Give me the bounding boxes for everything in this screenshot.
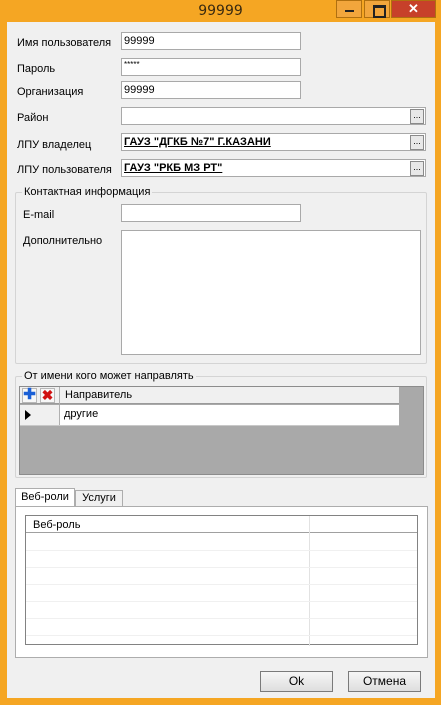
dialog-client-area: Имя пользователя 99999 Пароль ***** Орга… xyxy=(7,22,435,698)
tab-web-roles[interactable]: Веб-роли xyxy=(15,488,75,507)
username-field[interactable]: 99999 xyxy=(121,32,301,50)
close-button[interactable]: ✕ xyxy=(391,0,436,18)
sender-column-header: Направитель xyxy=(65,389,133,401)
extra-memo[interactable] xyxy=(121,230,421,355)
organization-label: Организация xyxy=(17,86,84,98)
add-icon[interactable]: ✚ xyxy=(22,387,37,403)
title-bar[interactable]: 99999 ✕ xyxy=(0,0,441,21)
organization-field[interactable]: 99999 xyxy=(121,81,301,99)
web-roles-grid-header: Веб-роль xyxy=(26,516,417,646)
contact-group-title: Контактная информация xyxy=(22,186,153,198)
current-row-arrow-icon xyxy=(25,410,31,420)
password-field[interactable]: ***** xyxy=(121,58,301,76)
lpu-owner-label: ЛПУ владелец xyxy=(17,139,92,151)
dialog-window: 99999 ✕ Имя пользователя 99999 Пароль **… xyxy=(0,0,441,705)
close-icon: ✕ xyxy=(408,1,419,16)
username-label: Имя пользователя xyxy=(17,37,112,49)
tab-services[interactable]: Услуги xyxy=(75,490,123,507)
lpu-user-field[interactable]: ГАУЗ "РКБ МЗ РТ" xyxy=(121,159,426,177)
district-label: Район xyxy=(17,112,49,124)
web-roles-tab-panel: Веб-роль xyxy=(15,506,428,658)
email-label: E-mail xyxy=(23,209,55,221)
senders-group-title: От имени кого может направлять xyxy=(22,370,196,382)
maximize-button[interactable] xyxy=(364,0,390,18)
lpu-owner-ellipsis-button[interactable]: ... xyxy=(410,135,424,150)
minimize-button[interactable] xyxy=(336,0,362,18)
senders-grid: ✚ ✖ Направитель другие xyxy=(19,386,424,475)
ok-button[interactable]: Ok xyxy=(260,671,333,692)
row-indicator xyxy=(20,405,60,425)
delete-icon[interactable]: ✖ xyxy=(40,388,55,403)
table-row[interactable]: другие xyxy=(20,405,399,426)
district-field[interactable] xyxy=(121,107,426,125)
web-role-column-header: Веб-роль xyxy=(33,519,81,531)
district-ellipsis-button[interactable]: ... xyxy=(410,109,424,124)
lpu-user-ellipsis-button[interactable]: ... xyxy=(410,161,424,176)
sender-name-cell: другие xyxy=(64,408,99,420)
lpu-user-label: ЛПУ пользователя xyxy=(17,164,112,176)
extra-label: Дополнительно xyxy=(23,235,103,247)
senders-grid-header: ✚ ✖ Направитель xyxy=(20,387,399,404)
password-label: Пароль xyxy=(17,63,56,75)
web-roles-grid: Веб-роль xyxy=(25,515,418,646)
lpu-owner-field[interactable]: ГАУЗ "ДГКБ №7" Г.КАЗАНИ xyxy=(121,133,426,151)
cancel-button[interactable]: Отмена xyxy=(348,671,421,692)
email-field[interactable] xyxy=(121,204,301,222)
